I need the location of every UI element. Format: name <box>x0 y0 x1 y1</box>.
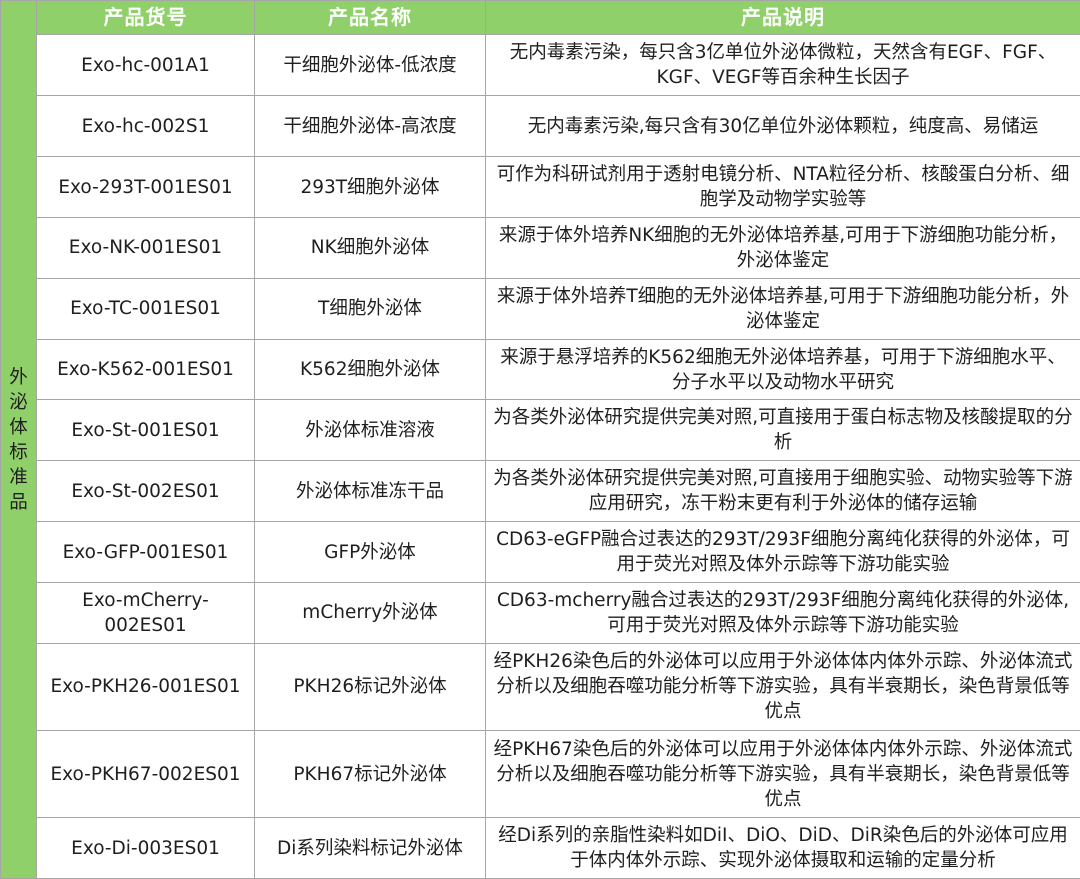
product-code: Exo-hc-002S1 <box>36 95 255 158</box>
product-name: 293T细胞外泌体 <box>254 156 486 218</box>
product-code: Exo-NK-001ES01 <box>36 216 255 279</box>
table-row: Exo-Di-003ES01 Di系列染料标记外泌体 经Di系列的亲脂性染料如D… <box>1 817 1080 879</box>
product-name: PKH67标记外泌体 <box>254 729 486 819</box>
product-code: Exo-PKH67-002ES01 <box>36 729 255 819</box>
product-desc: 来源于悬浮培养的K562细胞无外泌体培养基，可用于下游细胞水平、分子水平以及动物… <box>485 338 1080 401</box>
product-name: 干细胞外泌体-高浓度 <box>254 95 486 158</box>
table-row: Exo-293T-001ES01 293T细胞外泌体 可作为科研试剂用于透射电镜… <box>1 156 1080 218</box>
product-name: 外泌体标准溶液 <box>254 399 486 462</box>
product-code: Exo-St-001ES01 <box>36 399 255 462</box>
product-desc: 为各类外泌体研究提供完美对照,可直接用于蛋白标志物及核酸提取的分析 <box>485 399 1080 462</box>
table-row: Exo-St-001ES01 外泌体标准溶液 为各类外泌体研究提供完美对照,可直… <box>1 399 1080 462</box>
category-char: 体 <box>9 416 28 438</box>
product-name: T细胞外泌体 <box>254 277 486 340</box>
table-row: Exo-K562-001ES01 K562细胞外泌体 来源于悬浮培养的K562细… <box>1 338 1080 401</box>
product-table: 外 泌 体 标 准 品 产品货号 产品名称 产品说明 Exo-hc-001A1 … <box>0 0 1080 879</box>
product-name: K562细胞外泌体 <box>254 338 486 401</box>
category-label: 外 泌 体 标 准 品 <box>0 0 37 879</box>
header-desc: 产品说明 <box>485 0 1080 36</box>
product-code: Exo-TC-001ES01 <box>36 277 255 340</box>
product-code: Exo-Di-003ES01 <box>36 817 255 879</box>
product-code: Exo-St-002ES01 <box>36 460 255 523</box>
product-name: mCherry外泌体 <box>254 581 486 644</box>
product-desc: 经PKH67染色后的外泌体可以应用于外泌体体内体外示踪、外泌体流式分析以及细胞吞… <box>485 729 1080 819</box>
category-char: 外 <box>9 366 28 388</box>
product-code: Exo-PKH26-001ES01 <box>36 642 255 731</box>
product-code: Exo-hc-001A1 <box>36 34 255 97</box>
table-row: Exo-PKH26-001ES01 PKH26标记外泌体 经PKH26染色后的外… <box>1 642 1080 731</box>
table-row: Exo-GFP-001ES01 GFP外泌体 CD63-eGFP融合过表达的29… <box>1 521 1080 583</box>
table-row: Exo-mCherry-002ES01 mCherry外泌体 CD63-mche… <box>1 581 1080 644</box>
table-row: Exo-hc-001A1 干细胞外泌体-低浓度 无内毒素污染，每只含3亿单位外泌… <box>1 34 1080 97</box>
product-desc: 无内毒素污染,每只含有30亿单位外泌体颗粒，纯度高、易储运 <box>485 95 1080 158</box>
category-char: 品 <box>9 491 28 513</box>
product-code: Exo-293T-001ES01 <box>36 156 255 218</box>
header-code: 产品货号 <box>36 0 255 36</box>
product-desc: 经PKH26染色后的外泌体可以应用于外泌体体内体外示踪、外泌体流式分析以及细胞吞… <box>485 642 1080 731</box>
product-name: 外泌体标准冻干品 <box>254 460 486 523</box>
category-char: 泌 <box>9 391 28 413</box>
table-row: Exo-TC-001ES01 T细胞外泌体 来源于体外培养T细胞的无外泌体培养基… <box>1 277 1080 340</box>
table-row: Exo-NK-001ES01 NK细胞外泌体 来源于体外培养NK细胞的无外泌体培… <box>1 216 1080 279</box>
product-desc: 无内毒素污染，每只含3亿单位外泌体微粒，天然含有EGF、FGF、KGF、VEGF… <box>485 34 1080 97</box>
header-name: 产品名称 <box>254 0 486 36</box>
product-code: Exo-K562-001ES01 <box>36 338 255 401</box>
product-name: NK细胞外泌体 <box>254 216 486 279</box>
product-desc: 可作为科研试剂用于透射电镜分析、NTA粒径分析、核酸蛋白分析、细胞学及动物学实验… <box>485 156 1080 218</box>
table-header-row: 外 泌 体 标 准 品 产品货号 产品名称 产品说明 <box>0 0 1080 879</box>
product-name: Di系列染料标记外泌体 <box>254 817 486 879</box>
table-row: Exo-PKH67-002ES01 PKH67标记外泌体 经PKH67染色后的外… <box>1 729 1080 819</box>
product-desc: CD63-eGFP融合过表达的293T/293F细胞分离纯化获得的外泌体，可用于… <box>485 521 1080 583</box>
table-row: Exo-St-002ES01 外泌体标准冻干品 为各类外泌体研究提供完美对照,可… <box>1 460 1080 523</box>
product-name: PKH26标记外泌体 <box>254 642 486 731</box>
product-name: 干细胞外泌体-低浓度 <box>254 34 486 97</box>
product-desc: 经Di系列的亲脂性染料如DiI、DiO、DiD、DiR染色后的外泌体可应用于体内… <box>485 817 1080 879</box>
product-desc: 来源于体外培养NK细胞的无外泌体培养基,可用于下游细胞功能分析，外泌体鉴定 <box>485 216 1080 279</box>
category-char: 标 <box>9 441 28 463</box>
product-desc: 来源于体外培养T细胞的无外泌体培养基,可用于下游细胞功能分析，外泌体鉴定 <box>485 277 1080 340</box>
category-char: 准 <box>9 466 28 488</box>
product-code: Exo-mCherry-002ES01 <box>36 581 255 644</box>
table-row: Exo-hc-002S1 干细胞外泌体-高浓度 无内毒素污染,每只含有30亿单位… <box>1 95 1080 158</box>
product-desc: 为各类外泌体研究提供完美对照,可直接用于细胞实验、动物实验等下游应用研究，冻干粉… <box>485 460 1080 523</box>
product-name: GFP外泌体 <box>254 521 486 583</box>
product-desc: CD63-mcherry融合过表达的293T/293F细胞分离纯化获得的外泌体,… <box>485 581 1080 644</box>
product-code: Exo-GFP-001ES01 <box>36 521 255 583</box>
